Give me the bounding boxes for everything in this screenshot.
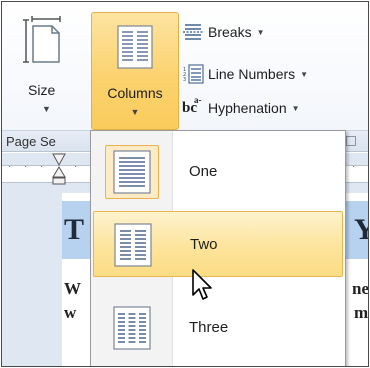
line-numbers-label: Line Numbers xyxy=(208,66,296,82)
size-button[interactable]: Size ▼ xyxy=(22,16,68,120)
body-text-right: m xyxy=(354,303,369,322)
breaks-button[interactable]: Breaks ▼ xyxy=(182,20,265,44)
hyphenation-icon-sup: a- xyxy=(194,95,202,105)
menu-item-two-columns[interactable]: Two xyxy=(93,211,343,277)
columns-dropdown-menu: One Two Three xyxy=(90,130,346,366)
chevron-down-icon: ▼ xyxy=(291,103,300,113)
hyphenation-label: Hyphenation xyxy=(208,100,287,116)
hyphenation-button[interactable]: bc a- Hyphenation ▼ xyxy=(182,95,300,120)
group-label: Page Se xyxy=(6,134,56,149)
menu-item-label: Three xyxy=(189,319,229,336)
word-ribbon-window: Size ▼ Columns ▼ Breaks ▼ 1 2 3 Line Num… xyxy=(1,1,369,367)
mouse-cursor-icon xyxy=(192,269,212,300)
ruler-tick: · xyxy=(74,161,78,172)
body-text-left: w xyxy=(64,303,77,322)
three-columns-icon xyxy=(113,306,151,350)
heading-text-left: T xyxy=(64,213,85,246)
size-label: Size xyxy=(28,82,56,98)
ruler-tick: · xyxy=(352,161,356,172)
page-layout-ribbon: Size ▼ Columns ▼ Breaks ▼ 1 2 3 Line Num… xyxy=(2,2,368,130)
chevron-down-icon: ▼ xyxy=(256,27,265,37)
two-columns-icon xyxy=(114,223,152,267)
one-column-icon xyxy=(113,150,151,194)
chevron-down-icon: ▼ xyxy=(42,104,51,114)
line-numbers-icon: 123 xyxy=(183,64,204,84)
hyphenation-icon: bc a- xyxy=(182,95,204,118)
menu-item-label: Two xyxy=(190,236,218,253)
columns-button[interactable]: Columns ▼ xyxy=(91,12,179,130)
body-text-left: W xyxy=(64,279,81,298)
indent-marker-icon[interactable] xyxy=(52,153,66,187)
menu-item-three-columns[interactable]: Three xyxy=(93,295,343,361)
dialog-launcher-icon[interactable] xyxy=(346,136,356,146)
heading-text-right: Y xyxy=(354,213,368,247)
columns-label: Columns xyxy=(107,85,163,101)
menu-item-label: One xyxy=(189,163,218,180)
columns-icon xyxy=(117,25,153,69)
ruler-tick: · xyxy=(24,161,28,172)
breaks-label: Breaks xyxy=(208,24,252,40)
chevron-down-icon: ▼ xyxy=(300,69,309,79)
svg-text:3: 3 xyxy=(183,77,186,83)
ruler-tick: · xyxy=(8,161,12,172)
page-size-icon xyxy=(23,16,61,63)
breaks-icon xyxy=(183,24,203,40)
body-text-right: ne xyxy=(352,279,369,298)
chevron-down-icon: ▼ xyxy=(130,107,140,117)
menu-item-one-column[interactable]: One xyxy=(93,139,343,205)
line-numbers-button[interactable]: 123 Line Numbers ▼ xyxy=(182,62,308,86)
ruler-tick: · xyxy=(40,161,44,172)
